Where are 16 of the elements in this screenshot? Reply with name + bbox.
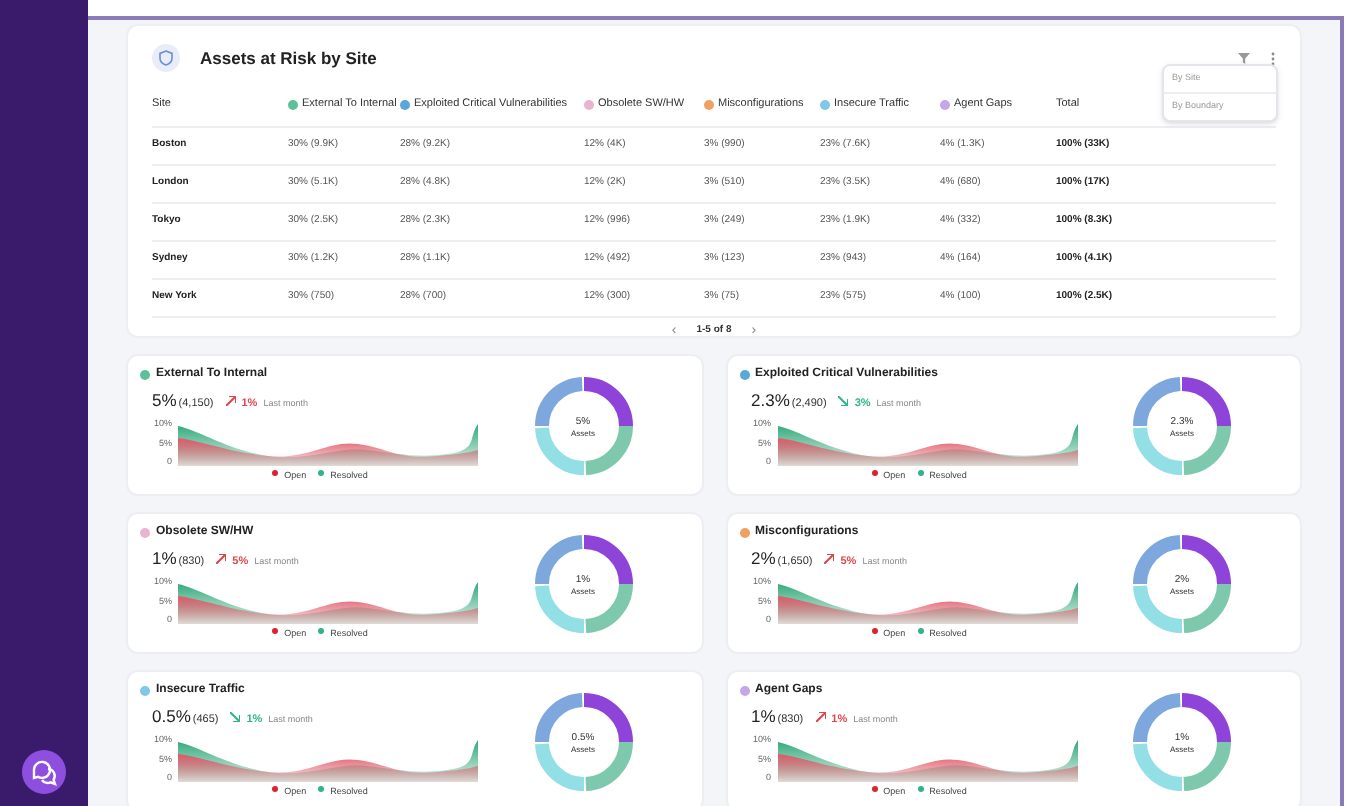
- donut-chart-drawing: [533, 692, 633, 792]
- metric-value: 1%: [751, 706, 776, 726]
- metric-value: 0.5%: [152, 706, 191, 726]
- shield-icon: [152, 44, 180, 72]
- donut-chart-drawing: [1132, 376, 1232, 476]
- donut-chart-drawing: [1132, 534, 1232, 634]
- help-chat-icon[interactable]: [22, 750, 66, 794]
- card-title: Assets at Risk by Site: [200, 45, 377, 71]
- metric-value: 5%: [152, 390, 177, 410]
- donut-chart-drawing: [533, 534, 633, 634]
- metric-value: 2%: [751, 548, 776, 568]
- donut-chart-drawing: [533, 376, 633, 476]
- metric-value: 1%: [152, 548, 177, 568]
- metric-value: 2.3%: [751, 390, 790, 410]
- donut-chart-drawing: [1132, 692, 1232, 792]
- more-icon[interactable]: [1270, 51, 1276, 65]
